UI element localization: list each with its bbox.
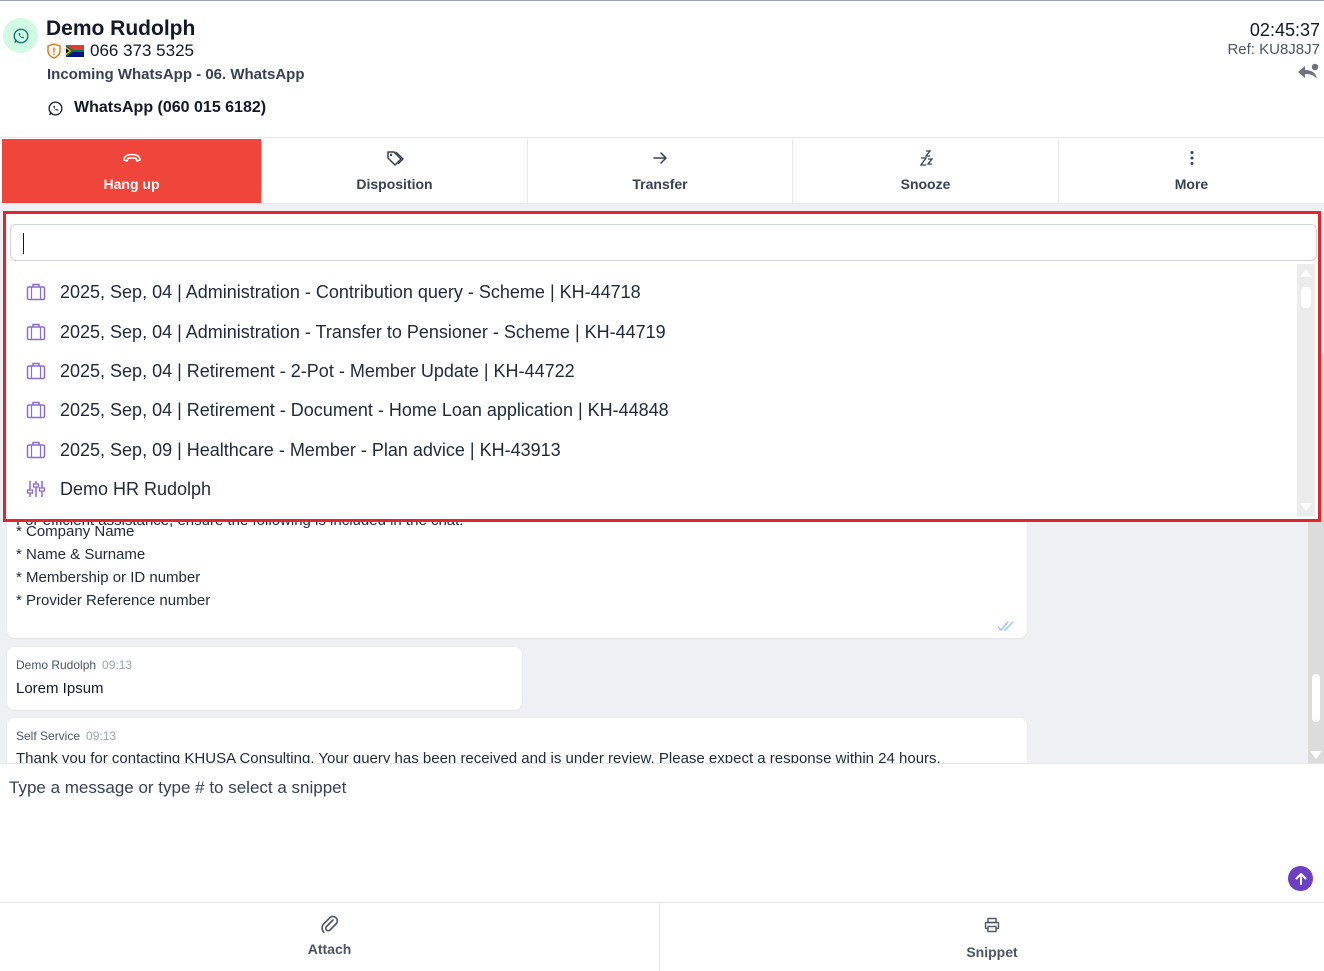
message-line: * Name & Surname — [16, 546, 146, 563]
transfer-button[interactable]: Transfer — [528, 139, 793, 203]
snippet-label: Snippet — [966, 944, 1018, 960]
arrow-up-icon — [1295, 872, 1306, 885]
whatsapp-line-label: WhatsApp (060 015 6182) — [74, 99, 267, 116]
reply-all-icon[interactable] — [1296, 63, 1320, 81]
call-timer: 02:45:37 — [1249, 20, 1320, 40]
contact-name: Demo Rudolph — [46, 17, 196, 40]
message-text: Lorem Ipsum — [16, 680, 104, 697]
more-button[interactable]: More — [1059, 139, 1324, 203]
briefcase-icon — [26, 323, 46, 341]
reference-label: Ref: KU8J8J7 — [1227, 41, 1320, 58]
message-meta: Self Service 09:13 — [16, 729, 116, 743]
sliders-icon — [26, 481, 46, 497]
message-lines: * Company Name * Name & Surname * Member… — [16, 520, 210, 612]
dropdown-results-list: 2025, Sep, 04 | Administration - Contrib… — [9, 264, 1300, 516]
message-sender: Demo Rudolph — [16, 658, 97, 672]
message-bubble: Demo Rudolph 09:13 Lorem Ipsum — [7, 647, 522, 710]
snooze-button[interactable]: Snooze — [793, 139, 1059, 203]
message-meta: Demo Rudolph 09:13 — [16, 658, 132, 672]
phone-number: 066 373 5325 — [90, 41, 194, 60]
tag-icon — [386, 151, 404, 166]
conversation-panel: Demo Rudolph 066 373 5325 Incoming Whats… — [0, 0, 1324, 971]
paperclip-icon — [320, 915, 338, 933]
result-item[interactable]: 2025, Sep, 04 | Retirement - Document - … — [9, 392, 1300, 428]
briefcase-icon — [26, 362, 46, 380]
hang-up-button[interactable]: Hang up — [2, 139, 262, 203]
message-bubble: Self Service 09:13 Thank you for contacti… — [7, 718, 1027, 763]
message-text: Thank you for contacting KHUSA Consultin… — [16, 750, 941, 763]
result-item[interactable]: 2025, Sep, 04 | Administration - Transfe… — [9, 314, 1300, 350]
dropdown-scrollbar[interactable] — [1297, 264, 1315, 516]
result-label: Demo HR Rudolph — [60, 478, 212, 499]
result-label: 2025, Sep, 04 | Administration - Contrib… — [60, 281, 641, 302]
call-actions-toolbar: Hang up Disposition Transfer Snooze More — [2, 139, 1324, 204]
send-button[interactable] — [1288, 866, 1313, 891]
briefcase-icon — [26, 401, 46, 419]
result-item[interactable]: Demo HR Rudolph — [9, 471, 1300, 507]
chat-scrollbar-thumb[interactable] — [1312, 674, 1320, 722]
message-line: * Provider Reference number — [16, 592, 211, 609]
south-africa-flag-icon — [66, 45, 84, 57]
whatsapp-line-row: WhatsApp (060 015 6182) — [47, 99, 266, 117]
double-check-icon — [997, 621, 1014, 632]
contact-header: Demo Rudolph 066 373 5325 Incoming Whats… — [0, 1, 1324, 138]
message-line: * Membership or ID number — [16, 569, 201, 586]
message-time: 09:13 — [86, 729, 117, 743]
disposition-label: Disposition — [356, 176, 433, 192]
scroll-down-arrow-icon[interactable] — [1310, 751, 1322, 759]
transfer-label: Transfer — [632, 176, 688, 192]
snooze-zzz-icon — [919, 150, 933, 166]
phone-row: 066 373 5325 — [47, 41, 194, 60]
arrow-right-icon — [653, 152, 667, 164]
snooze-label: Snooze — [900, 176, 951, 192]
message-composer — [0, 763, 1324, 902]
dropdown-search-box[interactable] — [10, 224, 1317, 261]
result-item[interactable]: 2025, Sep, 09 | Healthcare - Member - Pl… — [9, 432, 1300, 468]
dropdown-scrollbar-thumb[interactable] — [1301, 287, 1311, 308]
link-search-dropdown: 2025, Sep, 04 | Administration - Contrib… — [3, 211, 1321, 522]
result-item[interactable]: 2025, Sep, 04 | Retirement - 2-Pot - Mem… — [9, 353, 1300, 389]
message-line: * Company Name — [16, 523, 135, 540]
hang-up-phone-icon — [122, 153, 141, 162]
result-label: 2025, Sep, 09 | Healthcare - Member - Pl… — [60, 439, 561, 460]
more-label: More — [1174, 176, 1209, 192]
attach-label: Attach — [307, 941, 352, 957]
snippet-button[interactable]: Snippet — [660, 903, 1324, 971]
attach-button[interactable]: Attach — [0, 903, 660, 971]
result-item[interactable]: 2025, Sep, 04 | Administration - Contrib… — [9, 274, 1300, 310]
whatsapp-icon — [13, 28, 28, 43]
hang-up-label: Hang up — [103, 176, 160, 192]
text-caret — [23, 233, 24, 254]
message-sender: Self Service — [16, 729, 81, 743]
disposition-button[interactable]: Disposition — [262, 139, 528, 203]
message-time: 09:13 — [102, 658, 133, 672]
composer-actions: Attach Snippet — [0, 902, 1324, 971]
message-input[interactable] — [9, 778, 1269, 878]
shield-warning-icon — [47, 43, 61, 59]
result-label: 2025, Sep, 04 | Retirement - Document - … — [60, 399, 669, 420]
printer-icon — [984, 917, 1000, 933]
briefcase-icon — [26, 441, 46, 459]
scroll-up-arrow-icon[interactable] — [1300, 269, 1312, 277]
result-label: 2025, Sep, 04 | Administration - Transfe… — [60, 321, 666, 342]
dropdown-search-input[interactable] — [11, 225, 1316, 260]
briefcase-icon — [26, 283, 46, 301]
result-label: 2025, Sep, 04 | Retirement - 2-Pot - Mem… — [60, 360, 575, 381]
channel-label: Incoming WhatsApp - 06. WhatsApp — [47, 66, 305, 83]
whatsapp-icon — [48, 100, 63, 116]
more-vertical-icon — [1190, 151, 1193, 165]
scroll-down-arrow-icon[interactable] — [1300, 503, 1312, 511]
whatsapp-avatar — [3, 18, 38, 53]
